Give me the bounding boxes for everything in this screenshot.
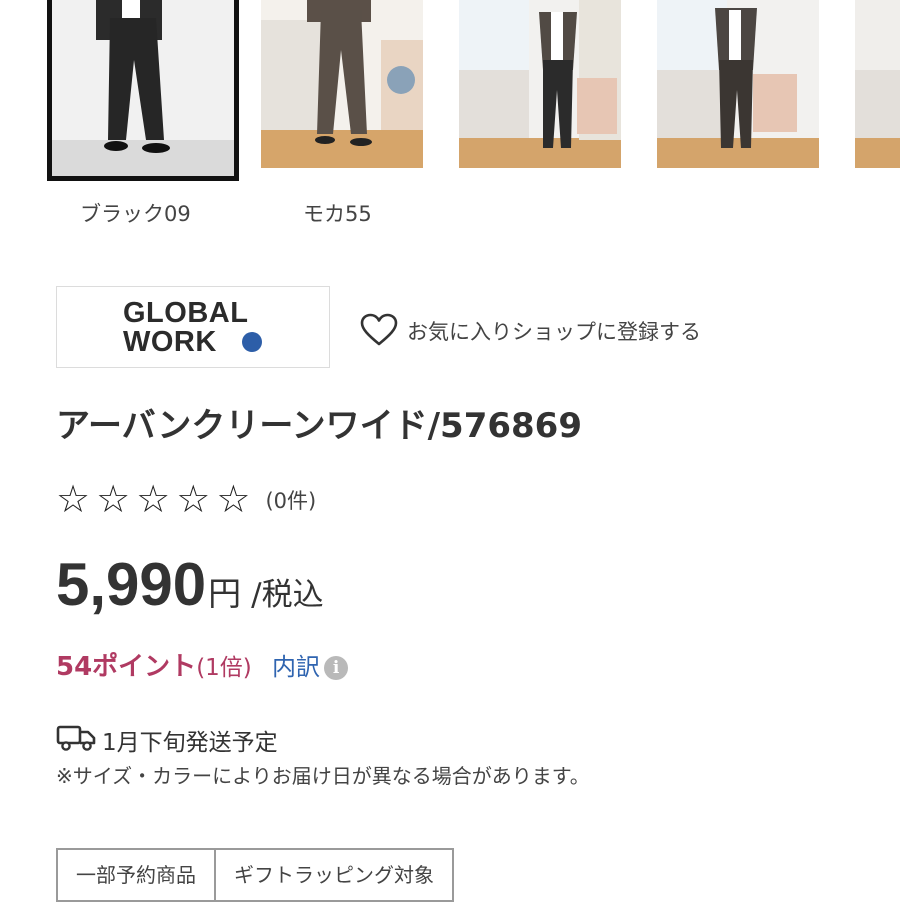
color-thumbnail-5[interactable] [855,0,900,168]
color-thumbnail-3[interactable] [459,0,621,168]
star-icon[interactable]: ☆ [56,476,90,522]
shop-logo: GLOBAL WORK [123,299,248,357]
price-value: 5,990 [56,551,207,618]
tag-gift-wrapping: ギフトラッピング対象 [216,848,454,902]
rating-stars: ☆ ☆ ☆ ☆ ☆ (0件) [56,476,316,522]
color-thumbnail-mocha[interactable] [261,0,423,168]
points-breakdown-link[interactable]: 内訳 [272,653,320,681]
product-photo [52,0,234,176]
info-icon[interactable]: i [324,656,349,680]
logo-line2: WORK [123,326,217,358]
product-photo [459,0,621,168]
star-icon[interactable]: ☆ [96,476,130,522]
star-icon[interactable]: ☆ [136,476,170,522]
product-photo [261,0,423,168]
tag-preorder: 一部予約商品 [56,848,216,902]
color-thumbnail-black[interactable] [47,0,239,181]
shipping-date: 1月下旬発送予定 [102,730,278,756]
heart-icon [360,313,398,346]
color-label-mocha: モカ55 [303,202,372,226]
product-photo [657,0,819,168]
color-thumbnail-strip: ブラック09 モカ55 [0,0,900,240]
favorite-shop-label: お気に入りショップに登録する [407,320,701,344]
product-title: アーバンクリーンワイド/576869 [56,406,582,446]
product-photo [855,0,900,168]
logo-line1: GLOBAL [123,297,249,329]
price-tax-label: /税込 [251,577,324,613]
points-row: 54ポイント(1倍) 内訳 i [56,646,349,683]
shop-logo-link[interactable]: GLOBAL WORK [56,286,330,368]
review-count-link[interactable]: (0件) [265,476,316,526]
points-value: 54ポイント [56,652,197,682]
color-label-black: ブラック09 [80,202,191,226]
price-unit: 円 [208,574,242,613]
star-icon[interactable]: ☆ [216,476,250,522]
truck-icon [56,725,96,751]
star-icon[interactable]: ☆ [176,476,210,522]
logo-dot-icon [242,332,262,352]
points-rate: (1倍) [196,655,252,681]
shipping-note: ※サイズ・カラーによりお届け日が異なる場合があります。 [56,764,590,788]
color-thumbnail-4[interactable] [657,0,819,168]
product-tags: 一部予約商品 ギフトラッピング対象 [56,848,454,902]
price: 5,990円/税込 [56,550,324,619]
